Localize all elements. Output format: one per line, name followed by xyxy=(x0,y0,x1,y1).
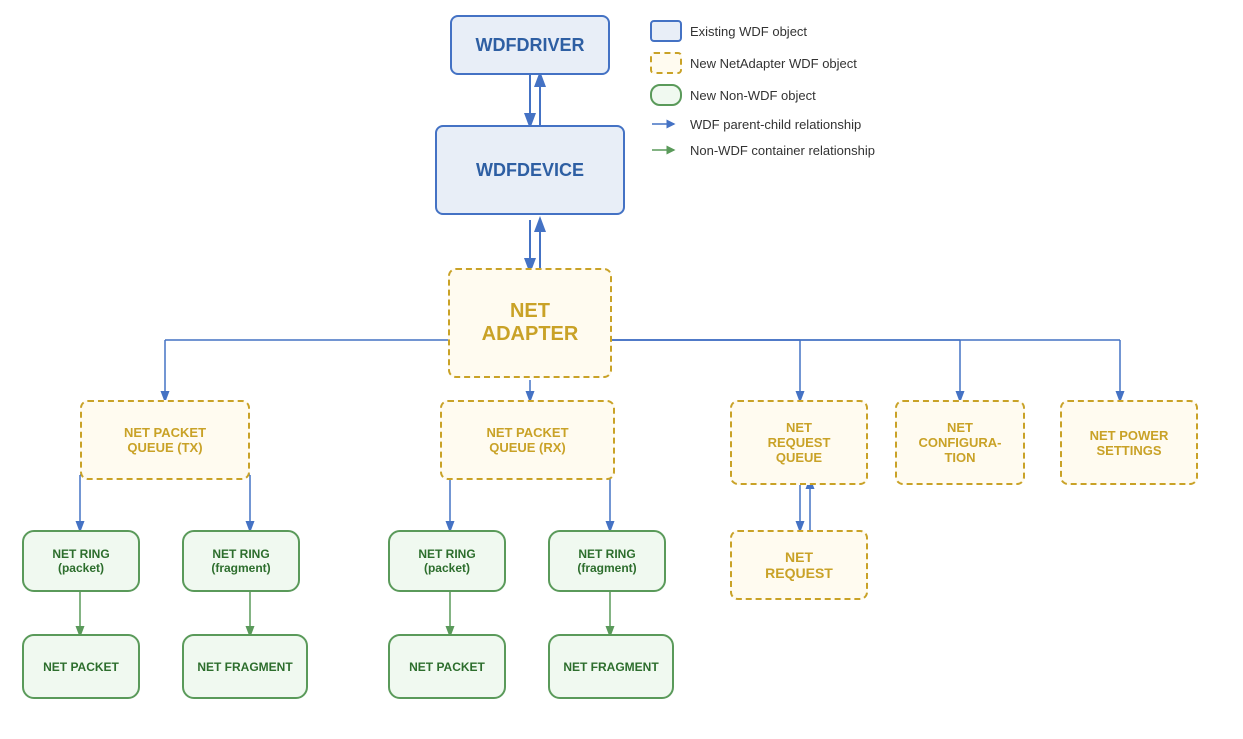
wdfdriver-node: WDFDRIVER xyxy=(450,15,610,75)
legend-wdf-icon xyxy=(650,20,682,42)
netpowersettings-node: NET POWER SETTINGS xyxy=(1060,400,1198,485)
netconfiguration-node: NET CONFIGURA- TION xyxy=(895,400,1025,485)
legend-wdf-label: Existing WDF object xyxy=(690,24,807,39)
legend-item-wdf: Existing WDF object xyxy=(650,20,875,42)
legend-parentchild-icon xyxy=(650,116,682,132)
legend-container-icon xyxy=(650,142,682,158)
legend-nonwdf-label: New Non-WDF object xyxy=(690,88,816,103)
netring-packet-tx-node: NET RING (packet) xyxy=(22,530,140,592)
netrequestqueue-node: NET REQUEST QUEUE xyxy=(730,400,868,485)
legend-net-icon xyxy=(650,52,682,74)
netfragment-rx-node: NET FRAGMENT xyxy=(548,634,674,699)
netpacket-rx-node: NET PACKET xyxy=(388,634,506,699)
legend-nonwdf-icon xyxy=(650,84,682,106)
legend: Existing WDF object New NetAdapter WDF o… xyxy=(650,20,875,168)
legend-net-label: New NetAdapter WDF object xyxy=(690,56,857,71)
netfragment-tx-node: NET FRAGMENT xyxy=(182,634,308,699)
diagram-container: WDFDRIVER WDFDEVICE NET ADAPTER NET PACK… xyxy=(0,0,1243,739)
netpacket-tx-node: NET PACKET xyxy=(22,634,140,699)
netring-fragment-rx-node: NET RING (fragment) xyxy=(548,530,666,592)
netring-packet-rx-node: NET RING (packet) xyxy=(388,530,506,592)
legend-container-label: Non-WDF container relationship xyxy=(690,143,875,158)
netadapter-node: NET ADAPTER xyxy=(448,268,612,378)
netrequest-node: NET REQUEST xyxy=(730,530,868,600)
wdfdevice-node: WDFDEVICE xyxy=(435,125,625,215)
legend-item-nonwdf: New Non-WDF object xyxy=(650,84,875,106)
arrows-svg xyxy=(0,0,1243,739)
legend-parentchild-label: WDF parent-child relationship xyxy=(690,117,861,132)
netpacketqueue-rx-node: NET PACKET QUEUE (RX) xyxy=(440,400,615,480)
legend-item-net: New NetAdapter WDF object xyxy=(650,52,875,74)
legend-item-container: Non-WDF container relationship xyxy=(650,142,875,158)
netring-fragment-tx-node: NET RING (fragment) xyxy=(182,530,300,592)
legend-item-parent-child: WDF parent-child relationship xyxy=(650,116,875,132)
netpacketqueue-tx-node: NET PACKET QUEUE (TX) xyxy=(80,400,250,480)
